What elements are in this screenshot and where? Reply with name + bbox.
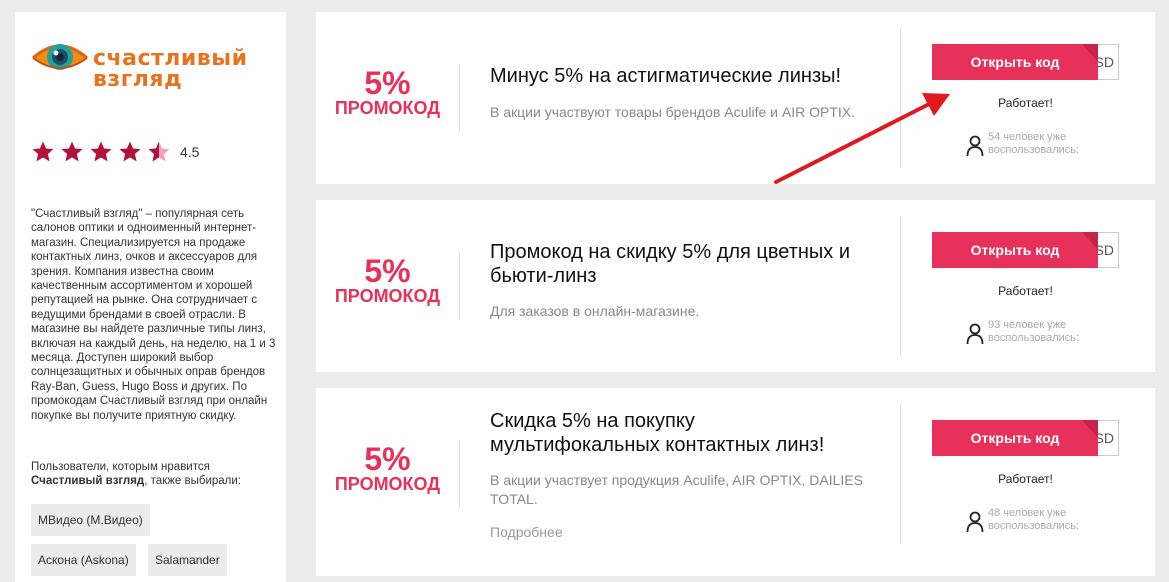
- discount-badge: 5% ПРОМОКОД: [316, 12, 459, 184]
- offer-card: 5% ПРОМОКОД Промокод на скидку 5% для цв…: [316, 200, 1155, 372]
- related-store-tag[interactable]: Salamander: [148, 544, 227, 576]
- offer-subtitle: Для заказов в онлайн-магазине.: [490, 303, 700, 319]
- open-code-widget[interactable]: SD Открыть код: [932, 420, 1119, 456]
- divider: [459, 64, 460, 132]
- offer-card: 5% ПРОМОКОД Скидка 5% на покупку мультиф…: [316, 388, 1155, 576]
- eye-logo-icon: [32, 44, 88, 70]
- usage-count-text: 48 человек уже воспользовались:: [988, 507, 1080, 532]
- divider: [900, 216, 901, 356]
- also-liked-prefix: Пользователи, которым нравится: [31, 461, 210, 473]
- related-store-tag[interactable]: Аскона (Askona): [31, 544, 136, 576]
- discount-badge: 5% ПРОМОКОД: [316, 388, 459, 576]
- usage-count: 48 человек уже воспользовались:: [966, 507, 1126, 539]
- usage-count-text: 54 человек уже воспользовались:: [988, 131, 1080, 156]
- open-code-widget[interactable]: SD Открыть код: [932, 44, 1119, 80]
- also-liked-text: Пользователи, которым нравится Счастливы…: [31, 460, 277, 489]
- offer-card: 5% ПРОМОКОД Минус 5% на астигматические …: [316, 12, 1155, 184]
- button-fold-corner: [1082, 44, 1098, 62]
- open-code-button[interactable]: Открыть код: [932, 44, 1098, 80]
- user-icon: [966, 135, 984, 157]
- divider: [900, 404, 901, 544]
- discount-percent: 5%: [364, 253, 411, 289]
- status-text: Работает!: [998, 284, 1053, 298]
- open-code-widget[interactable]: SD Открыть код: [932, 232, 1119, 268]
- open-code-button[interactable]: Открыть код: [932, 232, 1098, 268]
- store-description: "Счастливый взгляд" – популярная сеть са…: [31, 208, 276, 422]
- open-code-button[interactable]: Открыть код: [932, 420, 1098, 456]
- usage-count-text: 93 человек уже воспользовались:: [988, 319, 1080, 344]
- discount-type-label: ПРОМОКОД: [334, 474, 441, 494]
- discount-badge: 5% ПРОМОКОД: [316, 200, 459, 372]
- related-store-tag[interactable]: МВидео (М.Видео): [31, 504, 150, 536]
- divider: [900, 28, 901, 168]
- logo-line-1: счастливый: [93, 46, 248, 71]
- star-half-icon: [148, 141, 170, 162]
- button-fold-corner: [1082, 232, 1098, 250]
- offer-subtitle: В акции участвуют товары брендов Aculife…: [490, 104, 855, 120]
- user-icon: [966, 511, 984, 533]
- star-full-icon: [90, 141, 112, 162]
- offer-subtitle: В акции участвует продукция Aculife, AIR…: [490, 472, 863, 507]
- offer-title[interactable]: Скидка 5% на покупку мультифокальных кон…: [490, 409, 870, 457]
- discount-type-label: ПРОМОКОД: [334, 98, 441, 118]
- status-text: Работает!: [998, 96, 1053, 110]
- discount-percent: 5%: [364, 441, 411, 477]
- also-liked-suffix: , также выбирали:: [144, 475, 241, 488]
- store-logo-text: счастливый взгляд: [93, 46, 283, 92]
- discount-type-label: ПРОМОКОД: [334, 286, 441, 306]
- star-full-icon: [61, 141, 83, 162]
- also-liked-store: Счастливый взгляд: [31, 475, 145, 488]
- star-full-icon: [119, 141, 141, 162]
- button-fold-corner: [1082, 420, 1098, 438]
- star-full-icon: [32, 141, 54, 162]
- offer-title[interactable]: Минус 5% на астигматические линзы!: [490, 64, 870, 88]
- usage-count: 93 человек уже воспользовались:: [966, 319, 1126, 351]
- status-text: Работает!: [998, 472, 1053, 486]
- store-sidebar: счастливый взгляд 4.5 "Счастливый взгляд…: [15, 12, 286, 582]
- more-details-link[interactable]: Подробнее: [490, 524, 563, 540]
- rating-value: 4.5: [180, 144, 200, 160]
- divider: [459, 440, 460, 508]
- user-icon: [966, 323, 984, 345]
- store-logo[interactable]: счастливый взгляд: [31, 32, 271, 92]
- discount-percent: 5%: [364, 65, 411, 101]
- divider: [459, 252, 460, 320]
- logo-line-2: взгляд: [93, 67, 183, 92]
- offer-title[interactable]: Промокод на скидку 5% для цветных и бьют…: [490, 240, 870, 288]
- store-rating: 4.5: [31, 140, 199, 164]
- usage-count: 54 человек уже воспользовались:: [966, 131, 1126, 163]
